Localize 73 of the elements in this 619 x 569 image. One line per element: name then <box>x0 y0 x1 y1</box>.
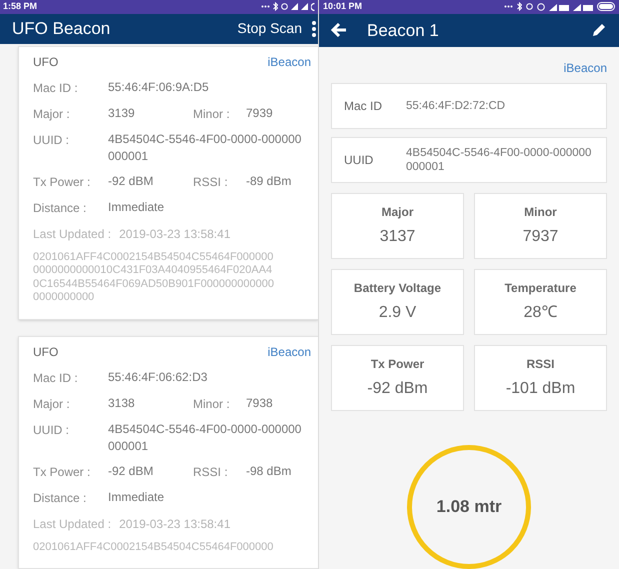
field-label: Minor : <box>193 396 231 412</box>
raw-data-line: 0000000000 <box>33 291 96 304</box>
tile-value: -101 dBm <box>506 379 576 399</box>
field-value: 3138 <box>108 394 136 412</box>
field-label: RSSI : <box>193 174 229 190</box>
field-value: 2019-03-23 13:58:41 <box>119 226 230 242</box>
raw-data-line: 0C16544B55464F069AD50B901F000000000000 <box>33 278 275 291</box>
field-label: Minor : <box>193 106 231 122</box>
pencil-icon[interactable] <box>591 22 607 38</box>
field-label: Major : <box>33 106 71 122</box>
field-value: 55:46:4F:06:9A:D5 <box>108 78 209 96</box>
bluetooth-icon <box>273 2 278 12</box>
tile-label: Temperature <box>504 280 576 297</box>
raw-data-line: 0201061AFF4C0002154B54504C55464F000000 <box>33 250 274 264</box>
field-value: -92 dBM <box>108 172 154 190</box>
field-label: Mac ID : <box>33 80 79 96</box>
dots-icon <box>504 5 513 8</box>
tile-label: Battery Voltage <box>354 280 442 297</box>
distance-value: 1.08 mtr <box>436 496 502 518</box>
signal-icon <box>573 2 593 11</box>
field-value: 4B54504C-5546-4F00-0000-000000 000001 <box>108 130 302 164</box>
beacon-type: iBeacon <box>268 54 311 70</box>
beacon-type: iBeacon <box>564 60 607 77</box>
info-label: UUID <box>344 152 374 169</box>
tile-value: 7937 <box>522 227 558 247</box>
status-time: 10:01 PM <box>323 0 362 14</box>
dots-icon <box>261 5 270 8</box>
field-value: -92 dBM <box>108 462 154 480</box>
tile-label: Major <box>381 204 414 221</box>
field-value: Immediate <box>108 488 164 506</box>
field-value: 2019-03-23 13:58:41 <box>119 516 230 532</box>
field-value: 7938 <box>246 394 273 412</box>
field-label: RSSI : <box>193 464 229 480</box>
tile-value: 2.9 V <box>378 303 416 323</box>
field-label: Distance : <box>33 200 88 216</box>
bluetooth-icon <box>517 2 522 12</box>
beacon-name: UFO <box>33 344 58 360</box>
field-value: 55:46:4F:06:62:D3 <box>108 368 208 386</box>
field-label: Last Updated : <box>33 226 112 242</box>
tile-value: -92 dBm <box>367 379 428 399</box>
field-label: Mac ID : <box>33 370 79 386</box>
field-label: Last Updated : <box>33 516 112 532</box>
field-label: Tx Power : <box>33 464 92 480</box>
status-time: 1:58 PM <box>3 0 38 13</box>
field-label: Major : <box>33 396 71 412</box>
screen-title: Beacon 1 <box>367 20 440 42</box>
field-value: -98 dBm <box>246 462 292 480</box>
field-label: Distance : <box>33 490 88 506</box>
field-label: UUID : <box>33 132 70 148</box>
field-value: 3139 <box>108 104 136 122</box>
field-value: 7939 <box>246 104 273 122</box>
beacon-name: UFO <box>33 54 58 70</box>
raw-data-line: 0000000000010C431F03A4040955464F020AA4 <box>33 264 274 278</box>
tile-label: Minor <box>524 204 557 221</box>
raw-data-line: 0201061AFF4C0002154B54504C55464F000000 <box>33 540 274 554</box>
tile-value: 3137 <box>380 227 416 247</box>
tile-label: RSSI <box>526 356 554 373</box>
signal-icon <box>549 2 569 11</box>
field-value: 4B54504C-5546-4F00-0000-000000 000001 <box>108 420 302 454</box>
stop-scan-button[interactable]: Stop Scan <box>237 18 302 39</box>
back-icon[interactable] <box>331 23 347 38</box>
field-value: Immediate <box>108 198 164 216</box>
app-title: UFO Beacon <box>12 18 112 40</box>
info-label: Mac ID <box>344 98 384 115</box>
field-label: Tx Power : <box>33 174 92 190</box>
info-value: 55:46:4F:D2:72:CD <box>406 99 506 113</box>
tile-label: Tx Power <box>370 356 424 373</box>
tile-value: 28℃ <box>524 303 558 323</box>
info-value: 4B54504C-5546-4F00-0000-000000 000001 <box>406 146 592 174</box>
beacon-type: iBeacon <box>268 344 311 360</box>
field-label: UUID : <box>33 422 70 438</box>
more-icon[interactable] <box>312 20 316 36</box>
field-value: -89 dBm <box>246 172 292 190</box>
